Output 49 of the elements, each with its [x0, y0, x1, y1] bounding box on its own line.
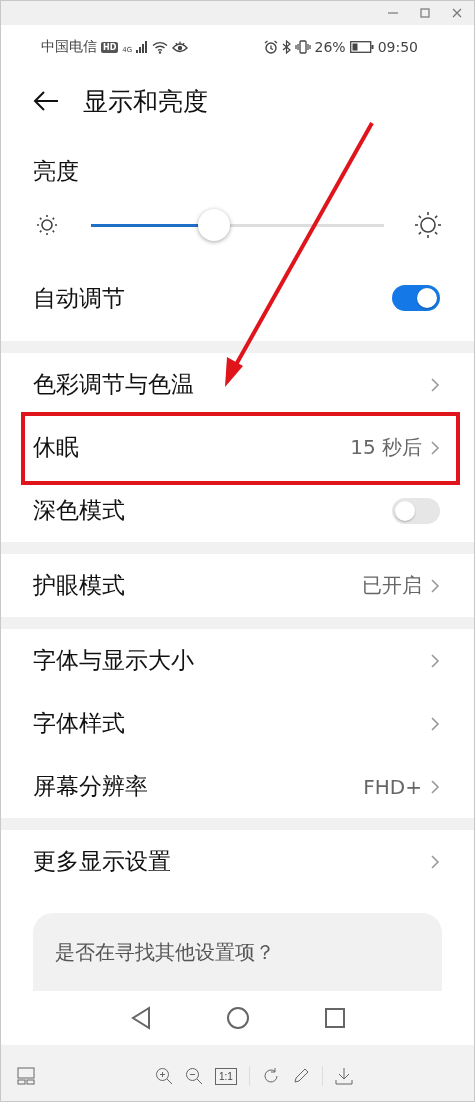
signal-icon: [136, 41, 149, 53]
toggle-switch[interactable]: [392, 285, 440, 311]
setting-label[interactable]: 字体与显示大小: [33, 645, 194, 676]
setting-label[interactable]: 护眼模式: [33, 570, 125, 601]
home-circle-icon[interactable]: [225, 1006, 250, 1030]
bluetooth-icon: [281, 40, 291, 54]
carrier-name: 中国电信: [41, 38, 97, 56]
chevron-icon: [430, 439, 440, 456]
bright-sun-icon: [414, 211, 442, 239]
hd-badge: HD: [101, 41, 119, 53]
vibrate-icon: [294, 40, 311, 54]
rotate-icon[interactable]: [261, 1067, 280, 1085]
clock-time: 09:50: [377, 39, 418, 55]
setting-label[interactable]: 更多显示设置: [33, 846, 171, 877]
slider-thumb[interactable]: [198, 209, 231, 241]
page-title: 显示和亮度: [83, 85, 208, 118]
zoom-in-icon[interactable]: [155, 1067, 173, 1085]
back-arrow-icon[interactable]: [33, 90, 59, 112]
setting-label[interactable]: 字体样式: [33, 708, 125, 739]
card-question: 是否在寻找其他设置项？: [55, 940, 275, 964]
back-triangle-icon[interactable]: [129, 1006, 152, 1030]
setting-label[interactable]: 深色模式: [33, 495, 125, 526]
battery-percent: 26%: [314, 39, 346, 55]
chevron-icon: [430, 778, 440, 795]
chevron-icon: [430, 376, 440, 393]
actual-size-button[interactable]: 1:1: [215, 1067, 237, 1085]
row-value: 已开启: [362, 572, 422, 599]
setting-label[interactable]: 自动调节: [33, 282, 125, 314]
thumbnails-icon[interactable]: [17, 1067, 35, 1085]
setting-label[interactable]: 色彩调节与色温: [33, 369, 194, 400]
chevron-icon: [430, 853, 440, 870]
row-value: FHD+: [363, 774, 422, 799]
zoom-out-icon[interactable]: [185, 1067, 203, 1085]
chevron-icon: [430, 652, 440, 669]
pencil-icon[interactable]: [291, 1067, 310, 1085]
chevron-icon: [430, 577, 440, 594]
wifi-icon: [152, 40, 169, 54]
row-value: 15 秒后: [350, 434, 422, 461]
recents-square-icon[interactable]: [323, 1007, 346, 1029]
setting-label[interactable]: 屏幕分辨率: [33, 771, 148, 802]
battery-icon: [349, 41, 374, 53]
brightness-label: 亮度: [33, 157, 79, 186]
chevron-icon: [430, 715, 440, 732]
toggle-switch[interactable]: [392, 497, 440, 524]
download-icon[interactable]: [334, 1067, 353, 1085]
brightness-slider[interactable]: [91, 209, 384, 241]
setting-label[interactable]: 休眠: [33, 432, 79, 463]
alarm-icon: [263, 40, 278, 54]
eye-icon: [172, 41, 189, 53]
